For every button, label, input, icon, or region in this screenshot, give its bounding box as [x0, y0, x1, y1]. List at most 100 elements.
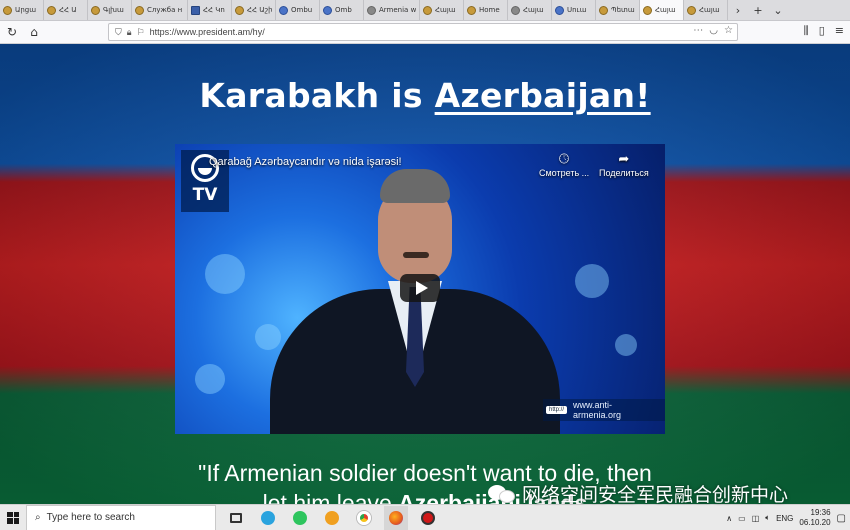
- reload-icon[interactable]: ↻: [2, 22, 22, 42]
- globe-icon: [279, 5, 288, 15]
- search-icon: ⌕: [35, 512, 41, 523]
- tray-chevron-icon[interactable]: ∧: [726, 514, 732, 523]
- shield-icon[interactable]: ⛉: [115, 27, 122, 38]
- tab-list-icon[interactable]: ⌄: [768, 0, 788, 20]
- headline-link[interactable]: Azerbaijan!: [435, 76, 651, 115]
- play-button[interactable]: [400, 274, 440, 302]
- browser-tab-label: ՀՀ Աշխ: [247, 6, 272, 14]
- telegram-icon[interactable]: [256, 506, 280, 530]
- clock-icon: 🕓︎: [558, 151, 570, 166]
- blank-page-icon: [367, 5, 376, 15]
- coat-of-arms-icon: [643, 5, 652, 15]
- video-url-overlay: http:// www.anti-armenia.org: [543, 399, 665, 421]
- channel-logo-text: TV: [192, 185, 218, 205]
- taskbar-search[interactable]: ⌕ Type here to search: [26, 504, 216, 530]
- browser-tab[interactable]: Omb: [320, 0, 364, 20]
- browser-tab-label: Armenia w: [379, 6, 416, 14]
- browser-tab-strip: Արցա ՀՀ Ա Գլխա Служба н ՀՀ Կո ՀՀ Աշխ Ombu Omb Ar…: [0, 0, 850, 21]
- video-player[interactable]: TV Qarabağ Azərbaycandır və nida işarəsi…: [175, 144, 665, 434]
- task-view-icon[interactable]: [224, 506, 248, 530]
- watermark-text: 网络空间安全军民融合创新中心: [522, 484, 789, 506]
- coat-of-arms-icon: [467, 5, 476, 15]
- tab-scroll-right-icon[interactable]: ›: [728, 0, 748, 20]
- network-icon[interactable]: ◫: [752, 514, 760, 523]
- pocket-icon[interactable]: ◡: [709, 25, 718, 36]
- clock-date: 06.10.20: [799, 518, 831, 527]
- video-title[interactable]: Qarabağ Azərbaycandır və nida işarəsi!: [209, 156, 402, 168]
- browser-tab-label: Գլխա: [103, 6, 124, 14]
- browser-tab-label: Սուա: [567, 6, 587, 14]
- browser-tab[interactable]: ՀՀ Աշխ: [232, 0, 276, 20]
- browser-tab[interactable]: Armenia w: [364, 0, 420, 20]
- home-icon[interactable]: ⌂: [24, 22, 44, 42]
- sidebar-icon[interactable]: ▯: [819, 24, 825, 38]
- browser-tab[interactable]: Գլխա: [88, 0, 132, 20]
- start-button[interactable]: [0, 505, 26, 530]
- watch-later-button[interactable]: 🕓︎ Смотреть ...: [539, 151, 590, 179]
- battery-icon[interactable]: ▭: [738, 514, 746, 523]
- permissions-icon[interactable]: ⚐: [137, 27, 145, 38]
- clock[interactable]: 19:36 06.10.20: [799, 508, 830, 528]
- coat-of-arms-icon: [47, 5, 56, 15]
- browser-tab[interactable]: Սուա: [552, 0, 596, 20]
- quote-line-2-prefix: let him leave: [262, 490, 399, 504]
- browser-tab-label: Հայա: [655, 6, 676, 14]
- browser-tab[interactable]: Հայա: [640, 0, 684, 20]
- browser-tab[interactable]: Հայա: [508, 0, 552, 20]
- coat-of-arms-icon: [599, 5, 608, 15]
- lock-icon[interactable]: 🔒︎: [127, 27, 132, 38]
- wechat-watermark: 网络空间安全军民融合创新中心: [488, 480, 788, 507]
- url-text[interactable]: https://www.president.am/hy/: [150, 27, 265, 37]
- browser-tab[interactable]: Արցա: [0, 0, 44, 20]
- language-indicator[interactable]: ENG: [776, 514, 793, 523]
- watch-later-label: Смотреть ...: [539, 168, 590, 178]
- address-bar[interactable]: ⛉ 🔒︎ ⚐ https://www.president.am/hy/ ⋯ ◡ …: [108, 23, 738, 41]
- wechat-logo-icon: [488, 483, 516, 505]
- coat-of-arms-icon: [91, 5, 100, 15]
- whatsapp-icon[interactable]: [288, 506, 312, 530]
- browser-tab-label: Omb: [335, 6, 352, 14]
- new-tab-icon[interactable]: +: [748, 0, 768, 20]
- browser-tab[interactable]: Հայա: [420, 0, 464, 20]
- browser-tab[interactable]: ՀՀ Ա: [44, 0, 88, 20]
- browser-tab-label: Հայա: [523, 6, 544, 14]
- share-button[interactable]: ➦ Поделиться: [599, 151, 649, 179]
- browser-tab[interactable]: Հայա: [684, 0, 728, 20]
- browser-tab[interactable]: Ombu: [276, 0, 320, 20]
- browser-tab-label: Ombu: [291, 6, 313, 14]
- library-icon[interactable]: ⫼: [804, 24, 809, 38]
- bookmark-star-icon[interactable]: ☆: [724, 25, 733, 36]
- windows-logo-icon: [7, 511, 19, 524]
- share-label: Поделиться: [599, 168, 649, 178]
- coat-of-arms-icon: [423, 5, 432, 15]
- web-page: Karabakh is Azerbaijan! TV Qarabağ Azərb…: [0, 44, 850, 504]
- taskbar-search-placeholder[interactable]: Type here to search: [47, 512, 135, 523]
- user-app-icon[interactable]: [320, 506, 344, 530]
- browser-tab-label: Служба н: [147, 6, 183, 14]
- browser-tab-label: Հայա: [699, 6, 720, 14]
- browser-nav-bar: ↻ ⌂ ⛉ 🔒︎ ⚐ https://www.president.am/hy/ …: [0, 21, 850, 44]
- page-headline: Karabakh is Azerbaijan!: [0, 76, 850, 115]
- menu-icon[interactable]: ≡: [835, 24, 844, 38]
- more-actions-icon[interactable]: ⋯: [693, 25, 703, 36]
- url-badge: http://: [546, 406, 568, 414]
- record-icon[interactable]: [416, 506, 440, 530]
- firefox-icon[interactable]: [384, 505, 408, 530]
- browser-tab-label: Home: [479, 6, 500, 14]
- coat-of-arms-icon: [235, 5, 244, 15]
- browser-tab[interactable]: ՀՀ Կո: [188, 0, 232, 20]
- share-arrow-icon: ➦: [618, 151, 630, 166]
- chrome-icon[interactable]: [352, 506, 376, 530]
- volume-icon[interactable]: 🔈︎: [765, 513, 770, 523]
- browser-tab[interactable]: Служба н: [132, 0, 188, 20]
- headline-prefix: Karabakh is: [199, 76, 435, 115]
- notifications-icon[interactable]: ▢: [837, 513, 846, 524]
- diamond-icon: [511, 5, 520, 15]
- video-url-text: www.anti-armenia.org: [573, 400, 622, 420]
- browser-tab-label: Արցա: [15, 6, 37, 14]
- globe-icon: [323, 5, 332, 15]
- browser-tab[interactable]: Home: [464, 0, 508, 20]
- browser-tab[interactable]: Պետա: [596, 0, 640, 20]
- browser-tab-label: Հայա: [435, 6, 456, 14]
- system-tray: ∧ ▭ ◫ 🔈︎ ENG 19:36 06.10.20 ▢: [726, 505, 850, 530]
